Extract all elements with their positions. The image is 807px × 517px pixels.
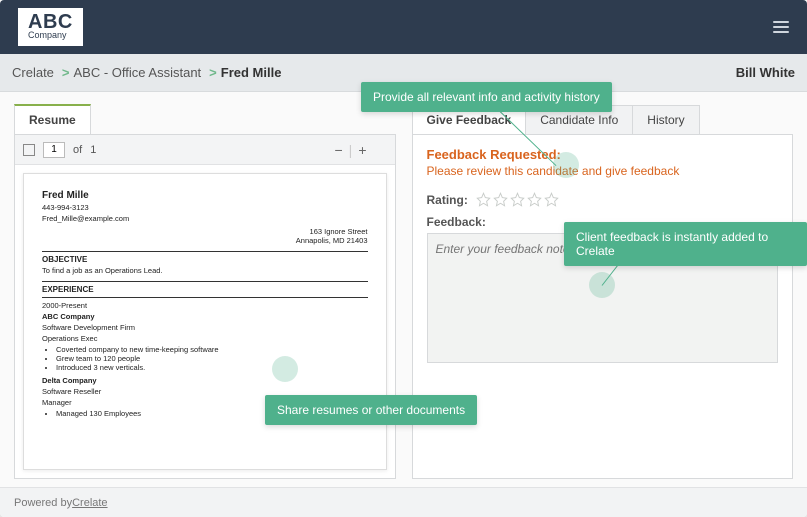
page-number-input[interactable] xyxy=(43,142,65,158)
footer-prefix: Powered by xyxy=(14,497,72,509)
logo-text-main: ABC xyxy=(28,12,73,32)
resume-exp1-role: Operations Exec xyxy=(42,334,368,343)
callout-dot xyxy=(272,356,298,382)
logo: ABC Company xyxy=(18,8,83,46)
zoom-in-button[interactable]: + xyxy=(358,143,366,157)
star-icon[interactable] xyxy=(544,192,559,207)
sidebar-toggle-icon[interactable] xyxy=(23,144,35,156)
resume-exp1-bullet: Introduced 3 new verticals. xyxy=(56,363,368,372)
resume-addr1: 163 Ignore Street xyxy=(42,227,368,236)
rating-label: Rating: xyxy=(427,193,468,207)
zoom-out-button[interactable]: − xyxy=(334,143,342,157)
resume-section-experience: EXPERIENCE xyxy=(42,285,368,294)
resume-phone: 443-994-3123 xyxy=(42,203,368,212)
callout-right: Client feedback is instantly added to Cr… xyxy=(564,222,807,266)
tab-history[interactable]: History xyxy=(632,105,699,134)
callout-top: Provide all relevant info and activity h… xyxy=(361,82,612,112)
breadcrumb-level1[interactable]: ABC - Office Assistant xyxy=(74,65,202,80)
breadcrumb-root[interactable]: Crelate xyxy=(12,65,54,80)
logo-text-sub: Company xyxy=(28,31,67,40)
feedback-requested-title: Feedback Requested: xyxy=(427,147,779,162)
resume-section-objective: OBJECTIVE xyxy=(42,255,368,264)
menu-icon[interactable] xyxy=(773,21,789,33)
feedback-requested-sub: Please review this candidate and give fe… xyxy=(427,164,779,178)
resume-exp1-bullet: Grew team to 120 people xyxy=(56,354,368,363)
current-user[interactable]: Bill White xyxy=(736,65,795,80)
resume-exp1-bullet: Coverted company to new time-keeping sof… xyxy=(56,345,368,354)
page-sep: of xyxy=(73,144,82,156)
breadcrumb-current: Fred Mille xyxy=(221,65,282,80)
resume-name: Fred Mille xyxy=(42,190,368,201)
left-tabs: Resume xyxy=(14,104,396,134)
resume-exp1-desc: Software Development Firm xyxy=(42,323,368,332)
footer: Powered by Crelate xyxy=(0,487,807,517)
resume-exp1-dates: 2000-Present xyxy=(42,301,368,310)
breadcrumb-sep: > xyxy=(62,65,70,80)
tab-resume[interactable]: Resume xyxy=(14,104,91,134)
resume-email: Fred_Mille@example.com xyxy=(42,214,368,223)
breadcrumb-sep: > xyxy=(209,65,217,80)
resume-exp1-company: ABC Company xyxy=(42,312,368,321)
pdf-toolbar: of 1 − | + xyxy=(15,135,395,165)
resume-document: Fred Mille 443-994-3123 Fred_Mille@examp… xyxy=(23,173,387,470)
footer-link[interactable]: Crelate xyxy=(72,497,107,509)
page-total: 1 xyxy=(90,144,96,156)
callout-dot xyxy=(553,152,579,178)
content-area: Resume of 1 − | + Fred Mille 443-994-31 xyxy=(0,92,807,487)
rating-stars[interactable] xyxy=(476,192,559,207)
resume-panel-body: of 1 − | + Fred Mille 443-994-3123 Fred_… xyxy=(14,134,396,479)
star-icon[interactable] xyxy=(527,192,542,207)
star-icon[interactable] xyxy=(476,192,491,207)
resume-exp2-company: Delta Company xyxy=(42,376,368,385)
resume-objective-body: To find a job as an Operations Lead. xyxy=(42,266,368,275)
star-icon[interactable] xyxy=(493,192,508,207)
feedback-panel-body: Feedback Requested: Please review this c… xyxy=(412,134,794,479)
app-header: ABC Company xyxy=(0,0,807,54)
callout-left: Share resumes or other documents xyxy=(265,395,477,425)
resume-addr2: Annapolis, MD 21403 xyxy=(42,236,368,245)
star-icon[interactable] xyxy=(510,192,525,207)
app-window: ABC Company Crelate > ABC - Office Assis… xyxy=(0,0,807,517)
